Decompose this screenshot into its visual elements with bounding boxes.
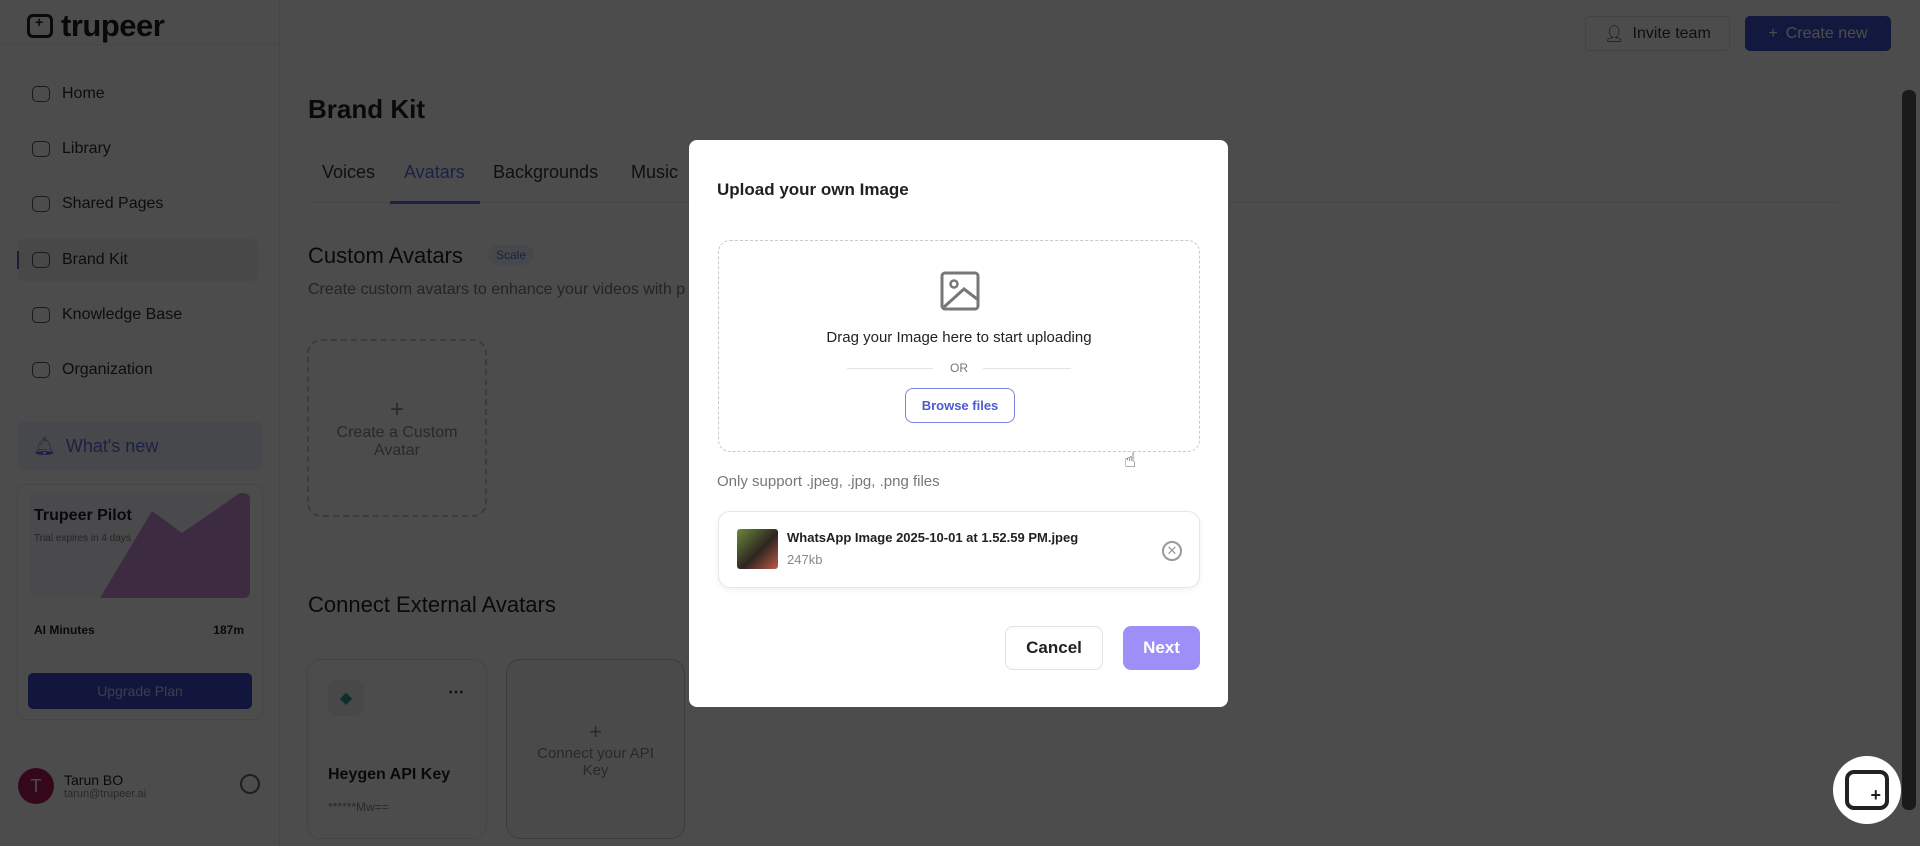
- plan-card: Trupeer Pilot Trial expires in 4 days AI…: [17, 484, 263, 720]
- brand-kit-icon: [32, 252, 50, 268]
- page-title: Brand Kit: [308, 94, 425, 124]
- scrollbar[interactable]: [1902, 74, 1916, 834]
- label: Knowledge Base: [62, 306, 183, 323]
- drag-instructions: Drag your Image here to start uploading: [826, 329, 1092, 346]
- upload-image-modal: Upload your own Image Drag your Image he…: [689, 140, 1228, 707]
- heygen-logo-icon: ◆: [328, 680, 364, 716]
- modal-title: Upload your own Image: [717, 180, 909, 199]
- label: What's new: [65, 435, 159, 456]
- avatar: T: [18, 768, 54, 804]
- plus-icon: +: [589, 719, 602, 744]
- tab-music[interactable]: Music: [631, 162, 678, 183]
- home-icon: [32, 86, 50, 102]
- uploaded-file-item: WhatsApp Image 2025-10-01 at 1.52.59 PM.…: [718, 511, 1200, 588]
- bell-icon: 🔔︎: [33, 435, 56, 456]
- or-separator: OR: [950, 361, 968, 375]
- ai-minutes-value: 187m: [213, 623, 244, 637]
- plan-title: Trupeer Pilot: [34, 507, 132, 524]
- label: Brand Kit: [62, 251, 128, 268]
- tab-backgrounds[interactable]: Backgrounds: [493, 162, 598, 183]
- image-dropzone[interactable]: Drag your Image here to start uploading …: [718, 240, 1200, 452]
- settings-icon[interactable]: [240, 774, 260, 794]
- sidebar-item-brand-kit[interactable]: Brand Kit: [17, 239, 258, 281]
- sidebar-item-knowledge-base[interactable]: Knowledge Base: [18, 294, 258, 336]
- next-button[interactable]: Next: [1123, 626, 1200, 670]
- plus-icon: +: [389, 396, 404, 423]
- folder-icon: [32, 307, 50, 323]
- sidebar-item-shared-pages[interactable]: Shared Pages: [18, 183, 258, 225]
- people-icon: [32, 362, 50, 378]
- supported-formats-note: Only support .jpeg, .jpg, .png files: [717, 473, 940, 490]
- create-new-button[interactable]: + Create new: [1745, 16, 1891, 51]
- sidebar: trupeer Home Library Shared Pages Brand …: [0, 0, 280, 846]
- plus-icon: +: [1768, 24, 1778, 42]
- ai-minutes-label: AI Minutes: [34, 623, 95, 637]
- user-icon: 👤︎: [1604, 25, 1625, 43]
- connect-api-key-card[interactable]: + Connect your API Key: [506, 659, 685, 839]
- trupeer-logo-icon: +: [1845, 770, 1889, 810]
- browse-files-button[interactable]: Browse files: [905, 388, 1015, 423]
- sidebar-item-library[interactable]: Library: [18, 128, 258, 170]
- trupeer-floating-button[interactable]: +: [1833, 756, 1901, 824]
- custom-avatars-heading: Custom Avatars: [308, 243, 463, 268]
- hand-cursor-icon: ☝︎: [1124, 450, 1137, 472]
- tab-voices[interactable]: Voices: [322, 162, 375, 183]
- heygen-title: Heygen API Key: [328, 766, 451, 783]
- logo-icon: [27, 14, 53, 38]
- label: Library: [62, 140, 111, 157]
- label: Invite team: [1632, 24, 1711, 42]
- label: Home: [62, 85, 105, 102]
- heygen-key: ******Mw==: [328, 800, 389, 814]
- user-email: tarun@trupeer.ai: [64, 788, 147, 800]
- scrollbar-thumb[interactable]: [1902, 90, 1916, 810]
- more-options-icon[interactable]: ⋯: [448, 682, 464, 702]
- label: Organization: [62, 361, 153, 378]
- user-profile[interactable]: T Tarun BO tarun@trupeer.ai: [18, 768, 146, 804]
- library-icon: [32, 141, 50, 157]
- label: Connect your API Key: [537, 745, 654, 779]
- divider: [0, 44, 280, 45]
- label: Create a Custom Avatar: [336, 424, 458, 459]
- file-thumbnail: [737, 529, 778, 569]
- external-avatars-heading: Connect External Avatars: [308, 592, 556, 617]
- sidebar-item-home[interactable]: Home: [18, 73, 258, 115]
- invite-team-button[interactable]: 👤︎ Invite team: [1585, 16, 1730, 51]
- remove-file-icon[interactable]: ✕: [1162, 541, 1182, 561]
- create-custom-avatar-card[interactable]: + Create a Custom Avatar: [307, 339, 487, 517]
- divider: [983, 368, 1071, 369]
- plan-subtitle: Trial expires in 4 days: [34, 533, 131, 544]
- file-name: WhatsApp Image 2025-10-01 at 1.52.59 PM.…: [787, 530, 1079, 545]
- custom-avatars-subtitle: Create custom avatars to enhance your vi…: [308, 281, 686, 298]
- image-icon: [940, 271, 980, 311]
- scale-badge: Scale: [488, 245, 535, 265]
- upgrade-plan-button[interactable]: Upgrade Plan: [28, 673, 252, 709]
- label: Shared Pages: [62, 195, 164, 212]
- file-size: 247kb: [787, 552, 823, 567]
- label: Create new: [1785, 24, 1868, 42]
- tab-avatars[interactable]: Avatars: [404, 162, 465, 183]
- active-tab-indicator: [390, 201, 480, 204]
- layers-icon: [32, 196, 50, 212]
- logo-text: trupeer: [61, 8, 165, 43]
- sidebar-item-organization[interactable]: Organization: [18, 349, 258, 391]
- heygen-card[interactable]: ◆ ⋯ Heygen API Key ******Mw==: [307, 659, 487, 839]
- user-name: Tarun BO: [64, 772, 124, 788]
- cancel-button[interactable]: Cancel: [1005, 626, 1103, 670]
- whats-new-button[interactable]: 🔔︎ What's new: [17, 422, 263, 470]
- logo[interactable]: trupeer: [27, 8, 165, 44]
